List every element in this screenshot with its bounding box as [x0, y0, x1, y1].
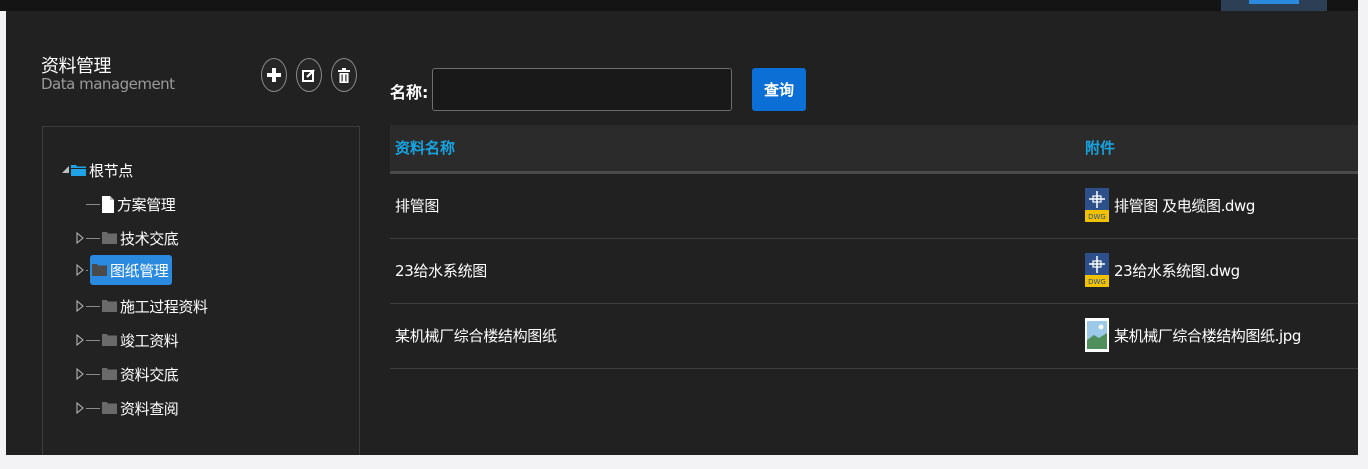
- document-icon: [102, 195, 114, 213]
- attachment-filename: 某机械厂综合楼结构图纸.jpg: [1114, 326, 1301, 345]
- folder-icon: [102, 334, 117, 346]
- tree-item-technical-briefing[interactable]: 技术交底: [75, 225, 179, 251]
- page-subtitle: Data management: [41, 75, 175, 93]
- tree-connector: [86, 373, 100, 375]
- tree-item-data-review[interactable]: 资料查阅: [75, 395, 179, 421]
- tree-item-label: 技术交底: [120, 229, 179, 248]
- attachment-link[interactable]: 某机械厂综合楼结构图纸.jpg: [1085, 318, 1301, 352]
- tree-item-label: 资料查阅: [120, 399, 179, 418]
- attachment-filename: 23给水系统图.dwg: [1114, 261, 1240, 280]
- column-header-attachment[interactable]: 附件: [1085, 137, 1115, 158]
- tree-item-label: 施工过程资料: [120, 297, 208, 316]
- trash-icon: [338, 67, 350, 83]
- tree-root-label: 根节点: [89, 161, 133, 180]
- folder-icon: [102, 402, 117, 414]
- folder-tree: 根节点 方案管理 技术交底 图纸管理 施工过程资料 竣工资料 资料交底 资料查阅: [42, 126, 360, 455]
- jpg-file-icon: [1085, 318, 1109, 352]
- tree-item-label: 竣工资料: [120, 331, 179, 350]
- expand-arrow-icon[interactable]: [75, 334, 85, 346]
- table-row[interactable]: 某机械厂综合楼结构图纸 某机械厂综合楼结构图纸.jpg: [390, 304, 1358, 369]
- row-name: 某机械厂综合楼结构图纸: [395, 327, 557, 345]
- tree-connector: [86, 339, 100, 341]
- table-row[interactable]: 排管图 DWG 排管图 及电缆图.dwg: [390, 174, 1358, 239]
- row-name: 23给水系统图: [395, 262, 487, 280]
- attachment-link[interactable]: DWG 排管图 及电缆图.dwg: [1085, 188, 1255, 222]
- expand-arrow-icon[interactable]: [75, 264, 85, 276]
- name-search-input[interactable]: [432, 68, 732, 111]
- active-nav-tab[interactable]: [1221, 0, 1327, 11]
- add-button[interactable]: [261, 58, 287, 92]
- top-navigation-bar: [0, 0, 1358, 11]
- column-header-name[interactable]: 资料名称: [395, 137, 455, 158]
- expand-arrow-icon[interactable]: [75, 300, 85, 312]
- expand-arrow-icon[interactable]: [75, 402, 85, 414]
- edit-icon: [302, 69, 315, 82]
- tree-connector: [86, 203, 100, 205]
- table-header: 资料名称 附件: [390, 125, 1358, 174]
- delete-button[interactable]: [331, 58, 357, 92]
- attachment-link[interactable]: DWG 23给水系统图.dwg: [1085, 253, 1240, 287]
- tree-connector: [86, 237, 100, 239]
- expand-arrow-icon[interactable]: [75, 232, 85, 244]
- data-management-panel: 资料管理 Data management 根节点 方案管理 技术交底 图纸管理 …: [6, 11, 1358, 455]
- tree-item-label: 图纸管理: [110, 261, 169, 280]
- table-row[interactable]: 23给水系统图 DWG 23给水系统图.dwg: [390, 239, 1358, 304]
- svg-text:DWG: DWG: [1088, 278, 1106, 286]
- dwg-file-icon: DWG: [1085, 253, 1109, 287]
- folder-icon: [102, 232, 117, 244]
- folder-icon: [102, 368, 117, 380]
- query-button[interactable]: 查询: [752, 68, 806, 111]
- row-name: 排管图: [395, 197, 440, 215]
- expand-arrow-icon[interactable]: [75, 368, 85, 380]
- tree-connector: [86, 407, 100, 409]
- open-folder-icon: [71, 165, 86, 176]
- plus-icon: [267, 68, 281, 82]
- folder-icon: [92, 264, 107, 276]
- tree-item-plan-management[interactable]: 方案管理: [75, 191, 176, 217]
- edit-button[interactable]: [296, 58, 322, 92]
- tree-connector: [86, 305, 100, 307]
- name-field-label: 名称:: [390, 83, 429, 102]
- tree-root-node[interactable]: 根节点: [61, 157, 133, 183]
- tree-item-data-handover[interactable]: 资料交底: [75, 361, 179, 387]
- tree-connector: [86, 269, 88, 271]
- data-table: 资料名称 附件 排管图 DWG 排管图 及电缆图.dwg 23给水系统图 DWG…: [390, 125, 1358, 369]
- collapse-arrow-icon[interactable]: [61, 164, 71, 176]
- folder-icon: [102, 300, 117, 312]
- tree-item-label: 方案管理: [117, 195, 176, 214]
- tree-item-drawing-management[interactable]: 图纸管理: [75, 255, 173, 285]
- tree-item-completion-data[interactable]: 竣工资料: [75, 327, 179, 353]
- attachment-filename: 排管图 及电缆图.dwg: [1114, 196, 1256, 215]
- dwg-file-icon: DWG: [1085, 188, 1109, 222]
- tree-item-label: 资料交底: [120, 365, 179, 384]
- svg-text:DWG: DWG: [1088, 213, 1106, 221]
- tree-item-construction-process-data[interactable]: 施工过程资料: [75, 293, 208, 319]
